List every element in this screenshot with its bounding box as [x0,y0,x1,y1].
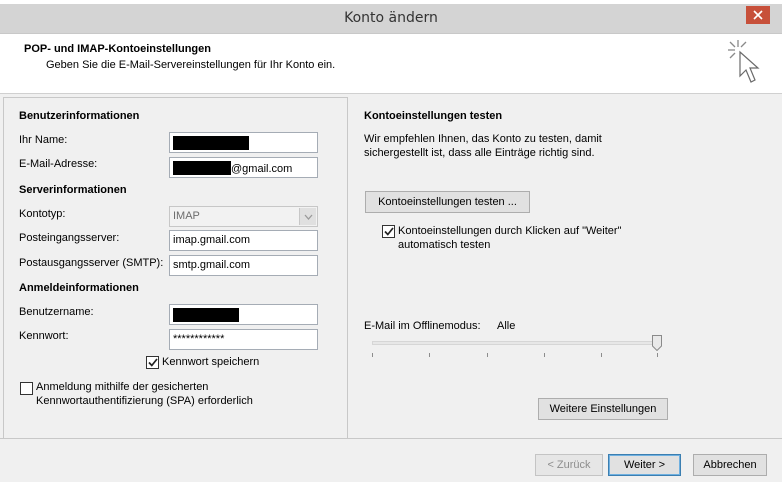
slider-tick [429,353,430,357]
cursor-click-icon [728,40,760,83]
offline-slider-track[interactable] [372,341,660,345]
incoming-server-label: Posteingangsserver: [19,232,120,244]
account-type-label: Kontotyp: [19,208,66,220]
next-button[interactable]: Weiter > [608,454,681,476]
redacted-username [173,308,239,322]
offline-mode-value: Alle [497,320,516,332]
username-field[interactable] [169,304,318,325]
dialog-header: POP- und IMAP-Kontoeinstellungen Geben S… [0,34,782,94]
header-subtitle: Geben Sie die E-Mail-Servereinstellungen… [46,59,336,71]
more-settings-button[interactable]: Weitere Einstellungen [538,398,668,420]
login-info-heading: Anmeldeinformationen [19,282,139,294]
name-label: Ihr Name: [19,134,68,146]
remember-password-checkbox[interactable] [146,356,159,369]
slider-tick [657,353,658,357]
password-label: Kennwort: [19,330,69,342]
email-label: E-Mail-Adresse: [19,158,98,170]
offline-mode-label: E-Mail im Offlinemodus: [364,320,481,332]
slider-tick [544,353,545,357]
slider-tick [487,353,488,357]
close-icon [753,10,763,20]
checkmark-icon [147,358,158,367]
spa-checkbox[interactable] [20,382,33,395]
chevron-down-icon [304,214,312,220]
test-description-line1: Wir empfehlen Ihnen, das Konto zu testen… [364,133,602,145]
incoming-server-field[interactable]: imap.gmail.com [169,230,318,251]
test-description-line2: sichergestellt ist, dass alle Einträge r… [364,147,595,159]
auto-test-checkbox[interactable] [382,225,395,238]
footer-separator [0,438,782,439]
checkmark-icon [383,227,394,236]
outgoing-server-field[interactable]: smtp.gmail.com [169,255,318,276]
offline-slider-thumb[interactable] [652,335,662,351]
remember-password-label: Kennwort speichern [162,356,260,368]
redacted-name [173,136,249,150]
title-bar: Konto ändern [0,4,782,34]
spa-label-line1: Anmeldung mithilfe der gesicherten [36,381,209,393]
auto-test-label-line2: automatisch testen [398,239,491,251]
cancel-button[interactable]: Abbrechen [693,454,767,476]
close-button[interactable] [746,6,770,24]
username-label: Benutzername: [19,306,94,318]
password-field[interactable]: ************ [169,329,318,350]
redacted-email [173,161,231,175]
slider-tick [601,353,602,357]
name-field[interactable] [169,132,318,153]
test-settings-heading: Kontoeinstellungen testen [364,110,503,122]
back-button[interactable]: < Zurück [535,454,603,476]
user-info-heading: Benutzerinformationen [19,110,140,122]
auto-test-label-line1: Kontoeinstellungen durch Klicken auf "We… [398,225,622,237]
account-type-select: IMAP [169,206,318,227]
slider-tick [372,353,373,357]
window-title: Konto ändern [344,10,438,26]
account-type-value: IMAP [173,210,200,222]
spa-label-line2: Kennwortauthentifizierung (SPA) erforder… [36,395,253,407]
dropdown-arrow [299,208,316,225]
email-suffix: @gmail.com [231,163,293,175]
server-info-heading: Serverinformationen [19,184,127,196]
email-field[interactable]: @gmail.com [169,157,318,178]
outgoing-server-label: Postausgangsserver (SMTP): [19,257,164,269]
test-account-settings-button[interactable]: Kontoeinstellungen testen ... [365,191,530,213]
header-title: POP- und IMAP-Kontoeinstellungen [24,43,211,55]
